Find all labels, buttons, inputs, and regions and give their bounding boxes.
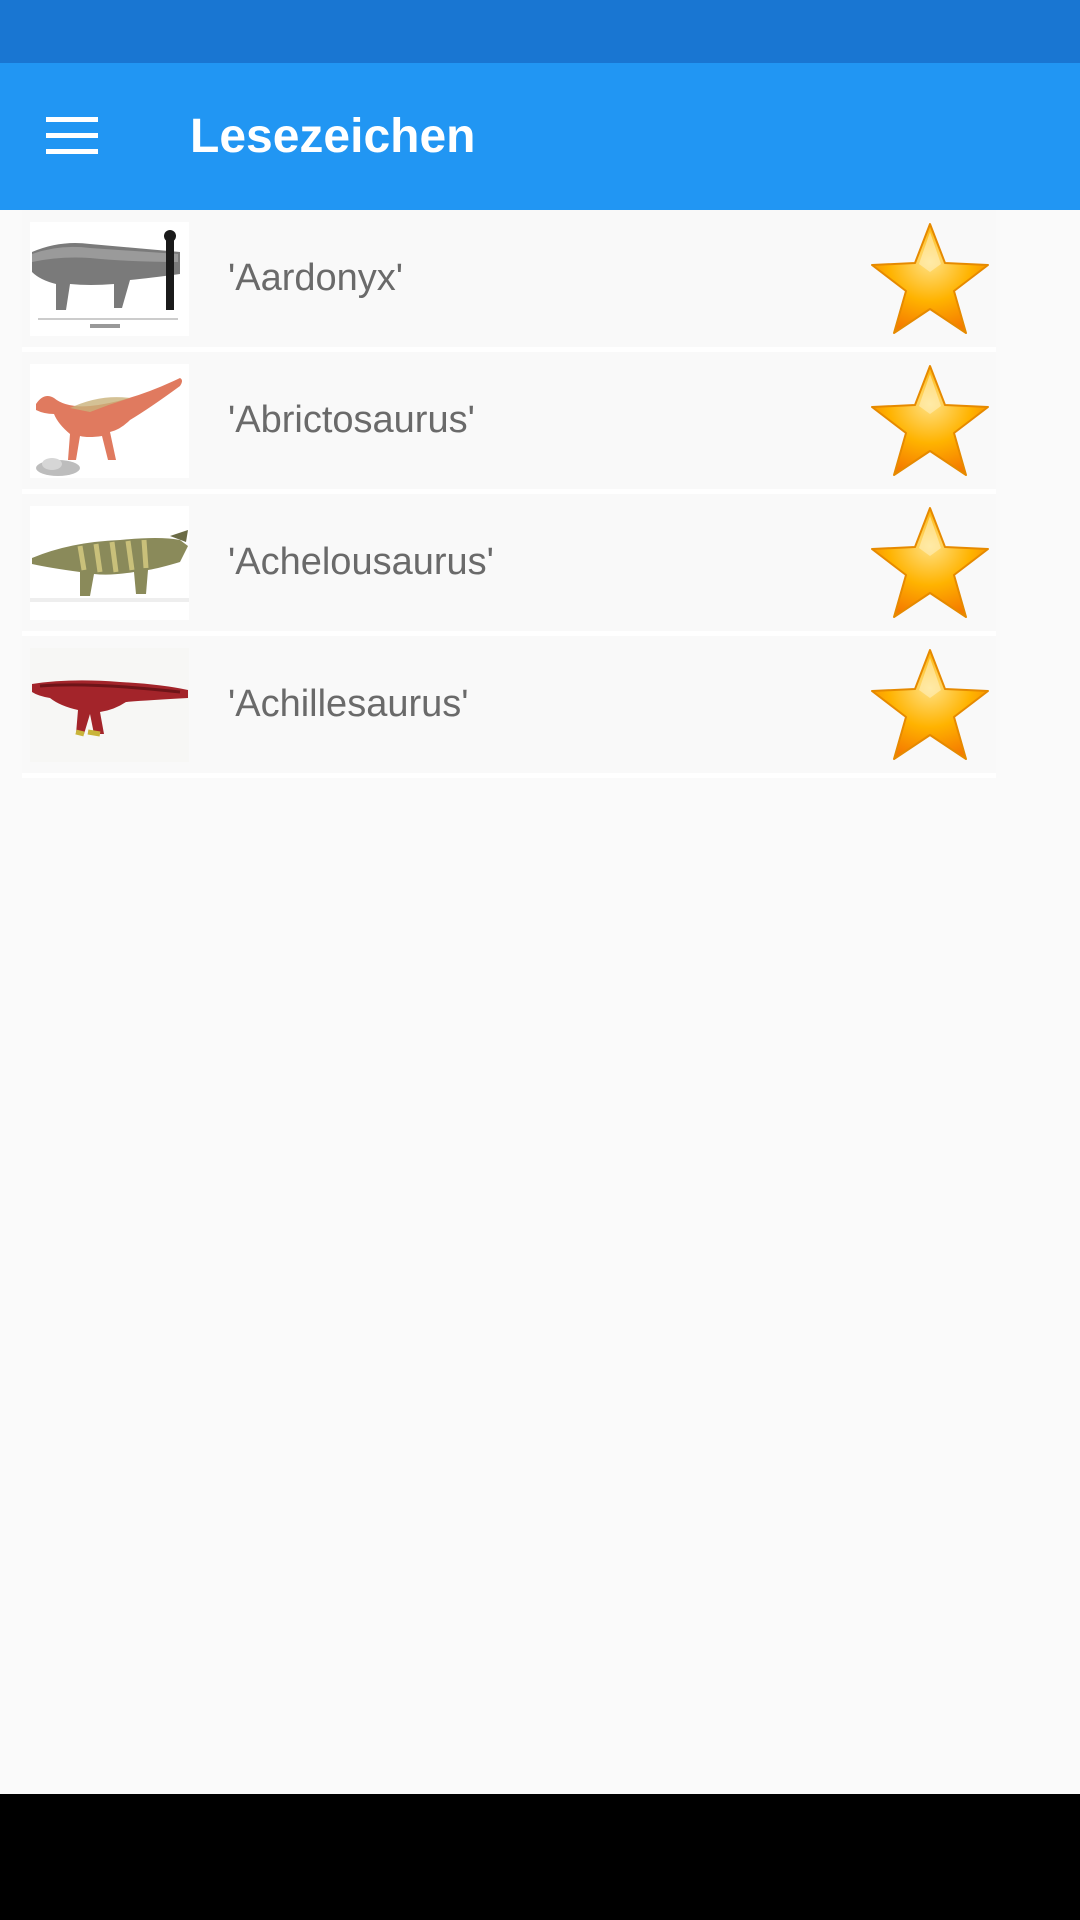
star-icon[interactable] bbox=[868, 504, 992, 622]
abrictosaurus-image bbox=[30, 364, 189, 478]
status-bar bbox=[0, 0, 1080, 63]
list-item[interactable]: 'Achillesaurus' bbox=[22, 636, 996, 778]
aardonyx-image bbox=[30, 222, 189, 336]
star-icon[interactable] bbox=[868, 220, 992, 338]
achillesaurus-image bbox=[30, 648, 189, 762]
list-item[interactable]: 'Achelousaurus' bbox=[22, 494, 996, 636]
hamburger-menu-icon[interactable] bbox=[32, 103, 112, 169]
list-item[interactable]: 'Aardonyx' bbox=[22, 210, 996, 352]
star-icon[interactable] bbox=[868, 646, 992, 764]
navigation-bar bbox=[0, 1794, 1080, 1920]
bookmark-list: 'Aardonyx' 'Abrictosaurus' 'Achelousauru… bbox=[22, 210, 996, 778]
app-bar: Lesezeichen bbox=[0, 63, 1080, 210]
bookmark-name: 'Aardonyx' bbox=[228, 257, 404, 299]
star-icon[interactable] bbox=[868, 362, 992, 480]
bookmark-name: 'Abrictosaurus' bbox=[228, 399, 475, 441]
page-title: Lesezeichen bbox=[190, 110, 476, 163]
bookmark-name: 'Achillesaurus' bbox=[228, 683, 469, 725]
list-item[interactable]: 'Abrictosaurus' bbox=[22, 352, 996, 494]
bookmark-name: 'Achelousaurus' bbox=[228, 541, 494, 583]
achelousaurus-image bbox=[30, 506, 189, 620]
